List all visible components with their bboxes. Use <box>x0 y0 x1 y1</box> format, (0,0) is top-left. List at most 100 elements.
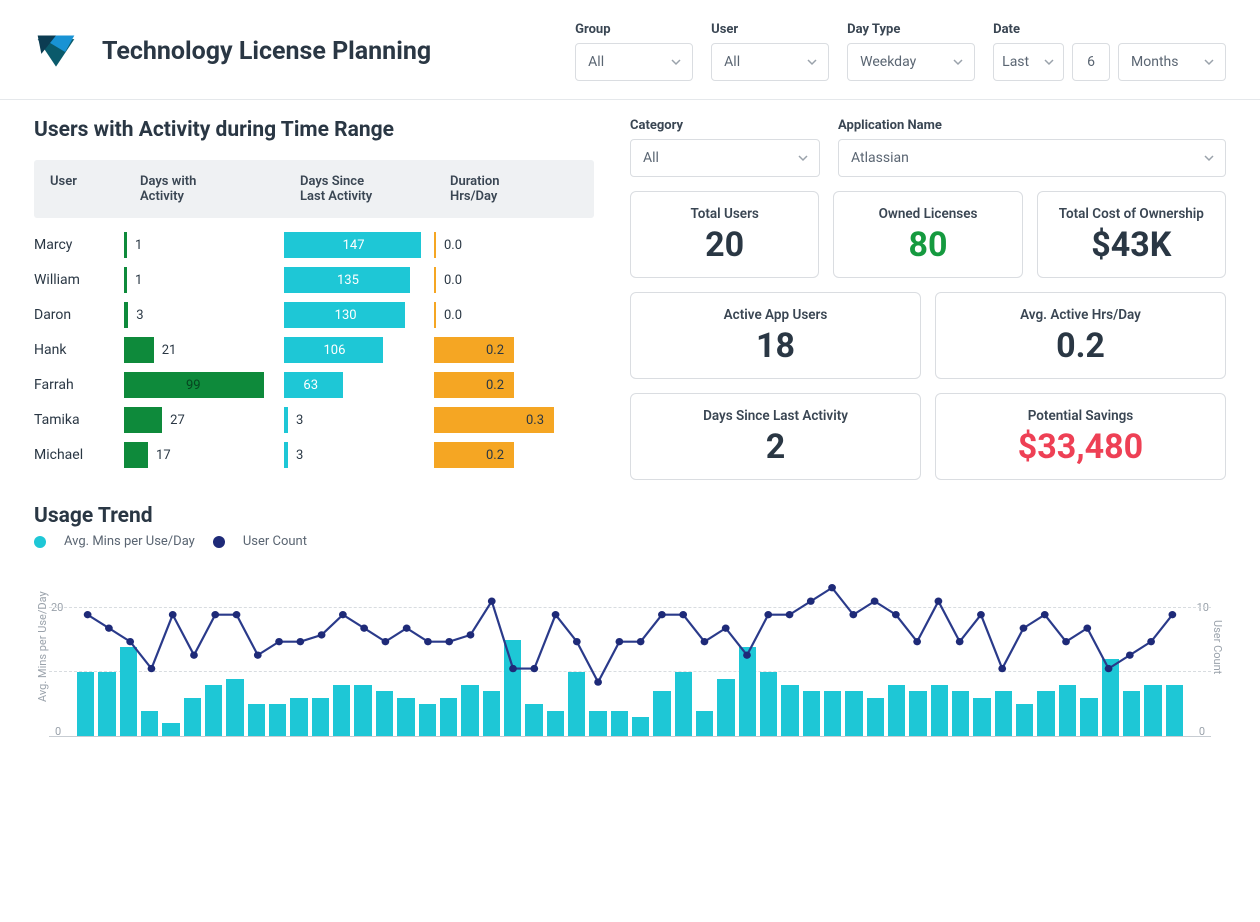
card-value: $33,480 <box>952 428 1209 467</box>
filter-app-value: Atlassian <box>851 150 909 166</box>
cell-days-with: 21 <box>124 337 284 363</box>
header-filters: Group All User All Day Type Weekday Date <box>575 22 1226 81</box>
trend-ylabel-right: User Count <box>1211 557 1226 737</box>
card-label: Owned Licenses <box>850 206 1005 222</box>
col-days-since: Days Since Last Activity <box>300 174 450 204</box>
card-label: Avg. Active Hrs/Day <box>952 307 1209 323</box>
trend-ylabel-left: Avg. Mins per Use/Day <box>34 557 49 737</box>
card-label: Active App Users <box>647 307 904 323</box>
filter-daytype-value: Weekday <box>860 54 916 70</box>
filter-app-select[interactable]: Atlassian <box>838 139 1226 177</box>
filter-date-unit-select[interactable]: Months <box>1118 43 1226 81</box>
cell-user: Farrah <box>34 377 124 393</box>
card-owned-licenses: Owned Licenses 80 <box>833 191 1022 278</box>
cell-user: Michael <box>34 447 124 463</box>
users-table-body: Marcy11470.0William11350.0Daron31300.0Ha… <box>34 218 594 468</box>
filter-category-value: All <box>643 150 659 166</box>
card-value: 20 <box>647 226 802 265</box>
cell-duration: 0.2 <box>434 337 594 363</box>
table-row: Hank211060.2 <box>34 337 594 363</box>
legend-dot-avg-mins <box>34 536 46 548</box>
table-row: Farrah99630.2 <box>34 372 594 398</box>
cell-days-with: 1 <box>124 267 284 293</box>
filter-group-value: All <box>588 54 604 70</box>
chevron-down-icon <box>1203 152 1215 164</box>
cell-duration: 0.0 <box>434 267 594 293</box>
chevron-down-icon <box>797 152 809 164</box>
filter-date-period-select[interactable]: Last <box>993 43 1064 81</box>
filter-daytype-label: Day Type <box>847 22 975 37</box>
chevron-down-icon <box>1043 56 1055 68</box>
card-value: 0.2 <box>952 327 1209 366</box>
card-value: 80 <box>850 226 1005 265</box>
users-table-header: User Days with Activity Days Since Last … <box>34 160 594 218</box>
cell-days-since: 130 <box>284 302 434 328</box>
ytick-right-0: 0 <box>1199 725 1205 738</box>
cell-days-since: 3 <box>284 442 434 468</box>
summary-panel: Category All Application Name Atlassian <box>630 118 1226 480</box>
cell-days-since: 106 <box>284 337 434 363</box>
cell-user: Marcy <box>34 237 124 253</box>
filter-category-label: Category <box>630 118 820 133</box>
filter-date-period: Last <box>1002 54 1029 70</box>
filter-date-unit: Months <box>1131 54 1178 70</box>
usage-trend-panel: Usage Trend Avg. Mins per Use/Day User C… <box>34 504 1226 737</box>
filter-user-label: User <box>711 22 829 37</box>
card-label: Days Since Last Activity <box>647 408 904 424</box>
card-label: Potential Savings <box>952 408 1209 424</box>
cell-days-since: 135 <box>284 267 434 293</box>
cell-days-since: 63 <box>284 372 434 398</box>
legend-label-avg-mins: Avg. Mins per Use/Day <box>64 534 195 549</box>
cell-duration: 0.0 <box>434 302 594 328</box>
chevron-down-icon <box>670 56 682 68</box>
filter-user-select[interactable]: All <box>711 43 829 81</box>
table-row: Michael1730.2 <box>34 442 594 468</box>
chevron-down-icon <box>806 56 818 68</box>
col-duration: Duration Hrs/Day <box>450 174 610 204</box>
cell-user: William <box>34 272 124 288</box>
users-panel: Users with Activity during Time Range Us… <box>34 118 594 480</box>
filter-daytype-select[interactable]: Weekday <box>847 43 975 81</box>
filter-group-label: Group <box>575 22 693 37</box>
card-total-users: Total Users 20 <box>630 191 819 278</box>
filter-category-select[interactable]: All <box>630 139 820 177</box>
table-row: William11350.0 <box>34 267 594 293</box>
col-days-with: Days with Activity <box>140 174 300 204</box>
cell-days-with: 1 <box>124 232 284 258</box>
cell-duration: 0.0 <box>434 232 594 258</box>
cell-user: Hank <box>34 342 124 358</box>
filter-app-label: Application Name <box>838 118 1226 133</box>
chevron-down-icon <box>1203 56 1215 68</box>
cell-days-with: 3 <box>124 302 284 328</box>
col-user: User <box>50 174 140 204</box>
card-label: Total Cost of Ownership <box>1054 206 1209 222</box>
table-row: Tamika2730.3 <box>34 407 594 433</box>
cell-user: Daron <box>34 307 124 323</box>
header: Technology License Planning Group All Us… <box>0 0 1260 100</box>
table-row: Daron31300.0 <box>34 302 594 328</box>
ytick-left-0: 0 <box>55 725 61 738</box>
card-value: $43K <box>1054 226 1209 265</box>
trend-title: Usage Trend <box>34 504 1226 528</box>
cell-duration: 0.3 <box>434 407 594 433</box>
trend-legend: Avg. Mins per Use/Day User Count <box>34 534 1226 549</box>
cell-days-since: 147 <box>284 232 434 258</box>
table-row: Marcy11470.0 <box>34 232 594 258</box>
card-value: 18 <box>647 327 904 366</box>
chevron-down-icon <box>952 56 964 68</box>
card-tco: Total Cost of Ownership $43K <box>1037 191 1226 278</box>
page-title: Technology License Planning <box>102 37 551 66</box>
card-days-since: Days Since Last Activity 2 <box>630 393 921 480</box>
logo-icon <box>34 30 78 74</box>
card-savings: Potential Savings $33,480 <box>935 393 1226 480</box>
cell-duration: 0.2 <box>434 372 594 398</box>
card-active-users: Active App Users 18 <box>630 292 921 379</box>
filter-group-select[interactable]: All <box>575 43 693 81</box>
users-panel-title: Users with Activity during Time Range <box>34 118 594 142</box>
legend-label-user-count: User Count <box>243 534 307 549</box>
filter-date-n[interactable]: 6 <box>1072 43 1110 81</box>
card-value: 2 <box>647 428 904 467</box>
cell-days-with: 99 <box>124 372 284 398</box>
legend-dot-user-count <box>213 536 225 548</box>
filter-date-label: Date <box>993 22 1226 37</box>
